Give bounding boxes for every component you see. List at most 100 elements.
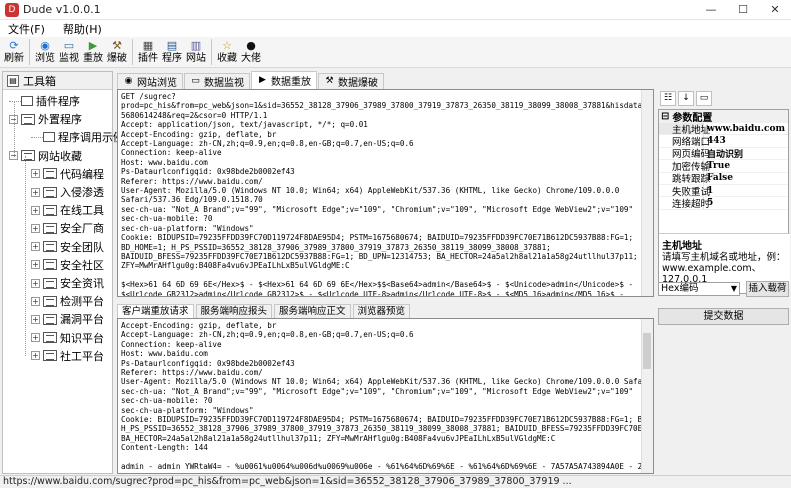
- tree-item[interactable]: + 安全团队: [31, 238, 104, 256]
- tab-3[interactable]: ⚒ 数据爆破: [318, 73, 384, 89]
- monitor-icon: ▭: [191, 76, 200, 86]
- tree-item[interactable]: + 安全社区: [31, 256, 104, 274]
- request-text[interactable]: GET /sugrec? prod=pc_his&from=pc_web&jso…: [118, 90, 653, 296]
- tab-0[interactable]: ◉ 网站浏览: [117, 73, 183, 89]
- result-scroll-thumb[interactable]: [643, 333, 651, 369]
- result-tabs: 客户端重放请求 服务端响应报头 服务端响应正文 浏览器预览: [117, 304, 412, 318]
- sort-az-icon[interactable]: ↓: [678, 90, 694, 106]
- expand-icon[interactable]: +: [31, 169, 40, 179]
- toolbar-button-label: 大佬: [241, 53, 261, 64]
- folder-icon: [21, 150, 35, 162]
- result-scrollbar[interactable]: [641, 319, 653, 473]
- tree-item[interactable]: + 代码编程: [31, 165, 104, 183]
- menu-help[interactable]: 帮助(H): [63, 21, 102, 37]
- request-scrollbar[interactable]: [641, 90, 653, 296]
- tree-item[interactable]: + 安全厂商: [31, 219, 104, 237]
- expand-icon[interactable]: +: [31, 260, 40, 270]
- expand-icon[interactable]: +: [31, 187, 40, 197]
- hammer-icon: ⚒: [325, 76, 334, 86]
- property-row[interactable]: 连接超时 5: [659, 197, 788, 210]
- property-pages-icon[interactable]: ▭: [696, 90, 712, 106]
- toolbar-button-5[interactable]: ▦ 插件: [136, 37, 160, 65]
- property-value[interactable]: 5: [704, 198, 713, 208]
- categorized-icon[interactable]: ☷: [660, 90, 676, 106]
- toolbar-button-label: 刷新: [4, 53, 24, 64]
- toolbar-button-7[interactable]: ▥ 网站: [184, 37, 208, 65]
- toolbox-icon: ▤: [7, 74, 19, 87]
- result-view[interactable]: Accept-Encoding: gzip, deflate, br Accep…: [117, 318, 654, 474]
- toolbar-button-4[interactable]: ⚒ 爆破: [105, 37, 129, 65]
- toolbar-button-label: 网站: [186, 53, 206, 64]
- tree-item[interactable]: + 在线工具: [31, 201, 104, 219]
- tree-item[interactable]: + 检测平台: [31, 292, 104, 310]
- result-text: Accept-Encoding: gzip, deflate, br Accep…: [121, 321, 653, 472]
- tab-2[interactable]: ▶ 数据重放: [251, 71, 317, 89]
- tree-item[interactable]: + 知识平台: [31, 329, 104, 347]
- property-value[interactable]: 443: [704, 136, 726, 146]
- folder-icon: [43, 186, 57, 198]
- property-value[interactable]: True: [704, 161, 730, 171]
- tree-item[interactable]: − 网站收藏: [9, 147, 82, 165]
- title-bar: D Dude v1.0.0.1 — ☐ ✕: [0, 0, 791, 20]
- property-grid: ⊟ 参数配置 主机地址 www.baidu.com 网络端口 443 网页编码 自动识别 加密…: [658, 109, 790, 294]
- tree-item[interactable]: 插件程序: [9, 92, 80, 110]
- chevron-down-icon[interactable]: ▼: [731, 283, 737, 295]
- maximize-button[interactable]: ☐: [727, 0, 759, 20]
- description-title: 主机地址: [662, 241, 702, 252]
- expand-icon[interactable]: +: [31, 351, 40, 361]
- toolbar-button-1[interactable]: ◉ 浏览: [33, 37, 57, 65]
- property-value[interactable]: 1: [704, 186, 713, 196]
- menu-bar: 文件(F) 帮助(H): [0, 20, 791, 37]
- property-key: 网络端口: [659, 135, 710, 148]
- tree-item[interactable]: + 漏洞平台: [31, 310, 104, 328]
- tree-guide-line: [14, 101, 15, 157]
- tree-item[interactable]: 程序调用示例: [31, 128, 124, 146]
- submit-button[interactable]: 提交数据: [658, 308, 789, 325]
- folder-icon: [43, 313, 57, 325]
- toolbar-button-6[interactable]: ▤ 程序: [160, 37, 184, 65]
- result-tab-2[interactable]: 服务端响应正文: [274, 304, 351, 318]
- expand-icon[interactable]: +: [31, 296, 40, 306]
- result-tab-3[interactable]: 浏览器预览: [352, 304, 411, 318]
- collapse-icon[interactable]: ⊟: [661, 111, 669, 122]
- website-icon: ▥: [190, 39, 202, 52]
- expand-icon[interactable]: +: [31, 278, 40, 288]
- toolbar-button-label: 监视: [59, 53, 79, 64]
- tree-item[interactable]: + 安全资讯: [31, 274, 104, 292]
- property-key: 加密传输: [659, 160, 710, 173]
- refresh-icon: ⟳: [9, 39, 19, 52]
- toolbox-panel: ▤ 工具箱 插件程序 − 外置程序 程序调用示例 − 网站收藏 + 代码编程 + 入侵渗透 + 在线工…: [2, 71, 124, 474]
- expand-icon[interactable]: +: [31, 314, 40, 324]
- request-editor[interactable]: GET /sugrec? prod=pc_his&from=pc_web&jso…: [117, 89, 654, 297]
- toolbar-button-9[interactable]: ● 大佬: [239, 37, 263, 65]
- toolbar-button-3[interactable]: ▶ 重放: [81, 37, 105, 65]
- result-tab-0[interactable]: 客户端重放请求: [117, 304, 194, 318]
- toolbar-button-0[interactable]: ⟳ 刷新: [2, 37, 26, 65]
- menu-file[interactable]: 文件(F): [8, 21, 45, 37]
- expand-icon[interactable]: +: [31, 242, 40, 252]
- main-area: ◉ 网站浏览 ▭ 数据监视 ▶ 数据重放 ⚒ 数据爆破 GET /sugrec? prod=p…: [117, 71, 654, 474]
- property-value[interactable]: False: [704, 173, 733, 183]
- item-icon: [21, 96, 33, 106]
- minimize-button[interactable]: —: [695, 0, 727, 20]
- tree-item[interactable]: + 社工平台: [31, 347, 104, 365]
- folder-icon: [43, 332, 57, 344]
- expand-icon[interactable]: +: [31, 223, 40, 233]
- folder-icon: [43, 222, 57, 234]
- window-title: Dude v1.0.0.1: [23, 3, 101, 16]
- result-tab-1[interactable]: 服务端响应报头: [195, 304, 273, 318]
- tree-item[interactable]: + 入侵渗透: [31, 183, 104, 201]
- toolbar-button-8[interactable]: ☆ 收藏: [215, 37, 239, 65]
- insert-payload-button[interactable]: 插入载荷: [746, 281, 789, 297]
- tab-1[interactable]: ▭ 数据监视: [184, 73, 250, 89]
- tree-item-label: 社工平台: [60, 349, 104, 363]
- tree-item-label: 知识平台: [60, 331, 104, 345]
- encoding-select[interactable]: Hex编码 ▼: [658, 282, 740, 296]
- tree-item[interactable]: − 外置程序: [9, 110, 82, 128]
- program-icon: ▤: [166, 39, 178, 52]
- property-value[interactable]: www.baidu.com: [704, 124, 785, 134]
- toolbar-button-2[interactable]: ▭ 监视: [57, 37, 81, 65]
- expand-icon[interactable]: +: [31, 205, 40, 215]
- expand-icon[interactable]: +: [31, 333, 40, 343]
- close-button[interactable]: ✕: [759, 0, 791, 20]
